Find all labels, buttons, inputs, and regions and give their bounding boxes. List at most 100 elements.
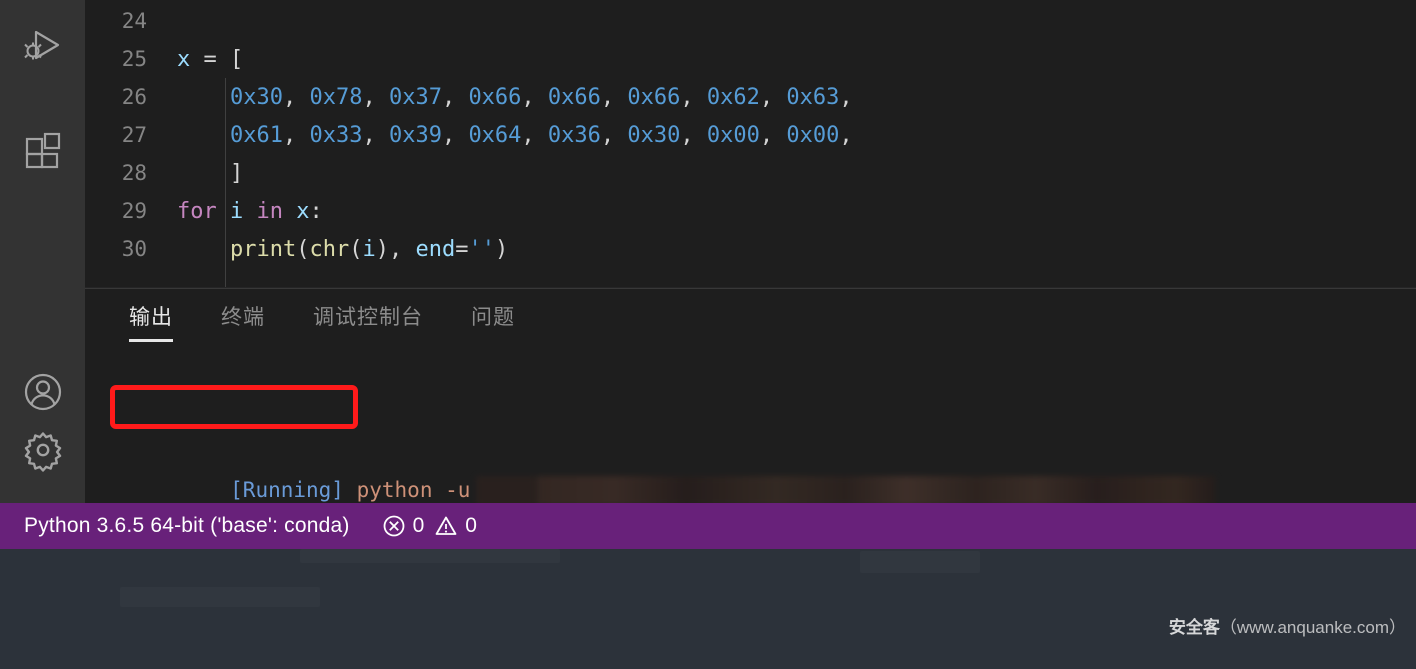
- code-token: ,: [600, 85, 628, 110]
- code-token: ]: [229, 161, 244, 186]
- code-line: 26 0x30, 0x78, 0x37, 0x66, 0x66, 0x66, 0…: [85, 78, 1416, 116]
- warning-icon: [434, 514, 458, 538]
- code-token: 0x66: [627, 85, 681, 110]
- output-content[interactable]: [Running] python -u 0x7fffbca39d60 [Done…: [129, 357, 1416, 504]
- panel-tab-active[interactable]: 输出: [129, 301, 173, 342]
- running-command: [344, 478, 357, 502]
- code-token: '': [468, 237, 495, 262]
- error-count: 0: [412, 514, 425, 537]
- line-number: 25: [121, 47, 147, 71]
- code-line-text: ]: [147, 155, 243, 193]
- code-token: ,: [680, 123, 707, 148]
- code-token: print: [229, 237, 297, 262]
- code-token: ,: [441, 85, 469, 110]
- code-token: ),: [375, 237, 416, 262]
- watermark-url: （www.anquanke.com）: [1219, 618, 1406, 637]
- code-token: ,: [839, 85, 853, 110]
- running-command-text: python -u: [356, 478, 471, 502]
- warning-count: 0: [465, 514, 477, 537]
- code-token: 0x00: [786, 123, 840, 148]
- code-line: 29 for i in x:: [85, 192, 1416, 230]
- code-token: (: [349, 237, 363, 262]
- code-token: (: [296, 237, 310, 262]
- problems-status[interactable]: 0 0: [382, 514, 487, 538]
- panel-tab-item[interactable]: 调试控制台: [313, 301, 423, 339]
- line-number: 24: [121, 9, 147, 33]
- code-line: 25 x = [: [85, 40, 1416, 78]
- code-editor[interactable]: 24 25 x = [26 0x30, 0x78, 0x37, 0x66, 0x66…: [85, 0, 1416, 287]
- code-token: 0x30: [229, 85, 283, 110]
- code-token: for: [177, 199, 217, 224]
- code-token: x: [177, 47, 191, 72]
- code-token: ,: [759, 85, 787, 110]
- code-token: x: [296, 199, 310, 224]
- code-token: ,: [362, 85, 389, 110]
- code-token: 0x37: [388, 85, 442, 110]
- settings-gear-icon[interactable]: [0, 421, 85, 479]
- code-token: in: [256, 199, 284, 224]
- code-token: i: [362, 237, 376, 262]
- status-bar: Python 3.6.5 64-bit ('base': conda) 0 0: [0, 503, 1416, 549]
- code-line: 28 ]: [85, 154, 1416, 192]
- code-line-text: x = [: [147, 41, 243, 79]
- code-line: 27 0x61, 0x33, 0x39, 0x64, 0x36, 0x30, 0…: [85, 116, 1416, 154]
- code-token: i: [230, 199, 244, 224]
- code-line: 30 print(chr(i), end=''): [85, 230, 1416, 268]
- site-watermark: 安全客（www.anquanke.com）: [1169, 609, 1406, 647]
- code-token: 0x78: [309, 85, 363, 110]
- code-token: 0x33: [309, 123, 363, 148]
- line-number: 27: [121, 123, 147, 147]
- code-token: 0x39: [388, 123, 442, 148]
- code-line-text: 0x30, 0x78, 0x37, 0x66, 0x66, 0x66, 0x62…: [147, 79, 853, 117]
- code-token: =: [455, 237, 469, 262]
- code-token: ): [494, 237, 509, 262]
- vscode-window: 24 25 x = [26 0x30, 0x78, 0x37, 0x66, 0x66…: [0, 0, 1416, 669]
- run-and-debug-icon[interactable]: [0, 18, 85, 76]
- panel-tab-item[interactable]: 问题: [471, 301, 515, 339]
- code-line: 24: [85, 2, 1416, 40]
- output-panel: 输出 终端 调试控制台 问题 [Running] python -u 0x7fffbc…: [85, 288, 1416, 504]
- terminal-artifact: [120, 587, 320, 607]
- code-token: ,: [441, 123, 469, 148]
- blurred-file-path: [476, 476, 1217, 504]
- code-token: ,: [282, 123, 310, 148]
- code-line-text: print(chr(i), end=''): [147, 231, 508, 269]
- code-token: ,: [521, 123, 548, 148]
- code-token: 0x61: [229, 123, 283, 148]
- panel-tab-item[interactable]: 终端: [221, 301, 265, 339]
- code-token: 0x64: [468, 123, 522, 148]
- line-number: 26: [121, 85, 147, 109]
- account-icon[interactable]: [0, 363, 85, 421]
- code-line-text: for i in x:: [147, 193, 323, 231]
- code-content[interactable]: 24 25 x = [26 0x30, 0x78, 0x37, 0x66, 0x66…: [85, 2, 1416, 287]
- line-number: 29: [121, 199, 147, 223]
- terminal-artifact: [300, 549, 560, 563]
- code-token: [: [230, 47, 244, 72]
- code-token: 0x63: [786, 85, 840, 110]
- line-number: 30: [121, 237, 147, 261]
- code-token: ,: [839, 123, 853, 148]
- pwndbg-terminal[interactable]: pwndbg> x/16bx 0×108db64 0×108db64:0×300…: [0, 549, 1416, 669]
- terminal-artifact: [860, 551, 980, 573]
- code-token: 0x00: [706, 123, 760, 148]
- code-token: ,: [362, 123, 389, 148]
- code-token: 0x62: [706, 85, 760, 110]
- code-token: ,: [282, 85, 310, 110]
- panel-tab-list: 输出 终端 调试控制台 问题: [85, 301, 563, 349]
- code-token: end: [415, 237, 456, 262]
- extensions-icon[interactable]: [0, 122, 85, 180]
- code-token: 0x30: [627, 123, 681, 148]
- python-interpreter-status[interactable]: Python 3.6.5 64-bit ('base': conda): [24, 514, 350, 538]
- watermark-cn: 安全客: [1168, 618, 1220, 637]
- code-token: ,: [600, 123, 628, 148]
- code-token: 0x36: [547, 123, 601, 148]
- code-token: 0x66: [468, 85, 522, 110]
- indent-guide: [225, 78, 226, 230]
- code-line-text: 0x61, 0x33, 0x39, 0x64, 0x36, 0x30, 0x00…: [147, 117, 853, 155]
